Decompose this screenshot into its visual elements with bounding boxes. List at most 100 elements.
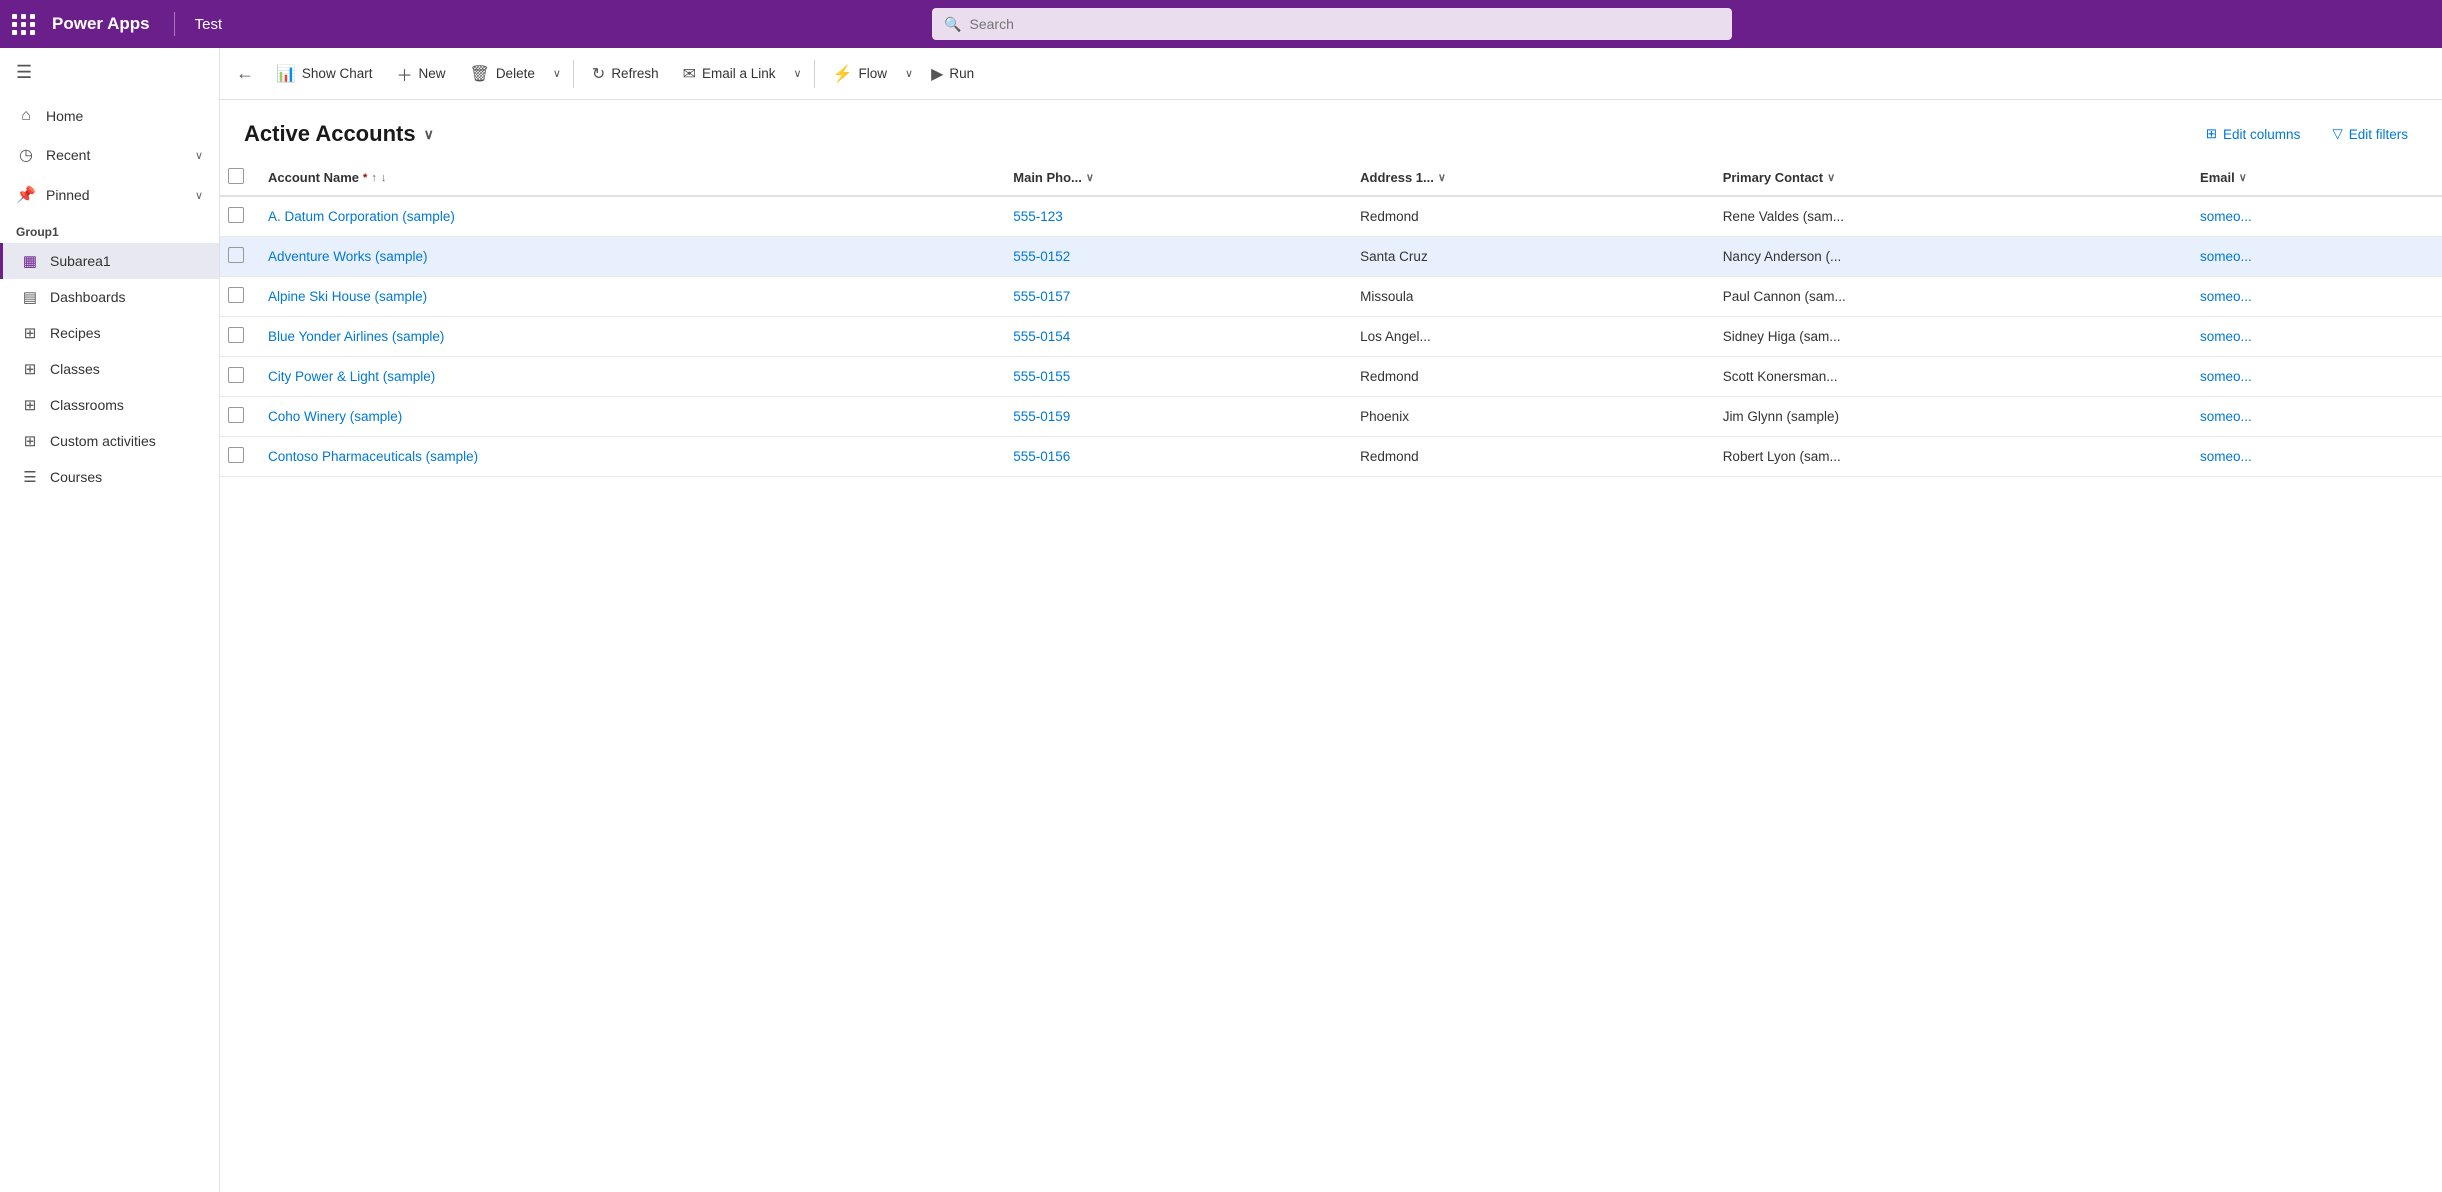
refresh-icon: ↻ <box>592 64 605 84</box>
row-checkbox-cell[interactable] <box>220 437 252 477</box>
sidebar-item-recent[interactable]: ◷ Recent ∨ <box>0 135 219 175</box>
table-row: A. Datum Corporation (sample) 555-123 Re… <box>220 196 2442 237</box>
delete-chevron-down-icon[interactable]: ∨ <box>549 61 565 86</box>
email-chevron-down-icon[interactable]: ∨ <box>790 61 806 86</box>
delete-button[interactable]: 🗑 Delete <box>460 58 545 90</box>
account-name-cell[interactable]: Coho Winery (sample) <box>252 397 997 437</box>
flow-button[interactable]: ⚡ Flow <box>823 58 897 90</box>
search-input[interactable] <box>970 16 1721 32</box>
header-checkbox[interactable] <box>220 160 252 196</box>
sidebar-item-courses[interactable]: ☰ Courses <box>0 459 219 495</box>
view-title-text: Active Accounts <box>244 121 416 147</box>
phone-cell[interactable]: 555-0152 <box>997 237 1344 277</box>
flow-chevron-down-icon[interactable]: ∨ <box>901 61 917 86</box>
header-checkbox-input[interactable] <box>228 168 244 184</box>
email-cell[interactable]: someo... <box>2184 196 2442 237</box>
email-cell[interactable]: someo... <box>2184 277 2442 317</box>
sidebar-item-recipes[interactable]: ⊞ Recipes <box>0 315 219 351</box>
sort-asc-icon[interactable]: ↑ <box>371 172 377 184</box>
sidebar-item-classrooms[interactable]: ⊞ Classrooms <box>0 387 219 423</box>
refresh-button[interactable]: ↻ Refresh <box>582 58 669 90</box>
col-main-phone-chevron-down-icon[interactable]: ∨ <box>1086 171 1094 184</box>
row-checkbox-cell[interactable] <box>220 196 252 237</box>
col-account-name[interactable]: Account Name * ↑ ↓ <box>252 160 997 196</box>
address-cell: Missoula <box>1344 277 1707 317</box>
edit-columns-label: Edit columns <box>2223 127 2300 142</box>
table-row: Alpine Ski House (sample) 555-0157 Misso… <box>220 277 2442 317</box>
view-title-container[interactable]: Active Accounts ∨ <box>244 121 434 147</box>
row-checkbox-cell[interactable] <box>220 237 252 277</box>
col-primary-contact[interactable]: Primary Contact ∨ <box>1707 160 2184 196</box>
col-email[interactable]: Email ∨ <box>2184 160 2442 196</box>
recent-icon: ◷ <box>16 145 36 165</box>
col-address[interactable]: Address 1... ∨ <box>1344 160 1707 196</box>
row-checkbox-input[interactable] <box>228 407 244 423</box>
row-checkbox-input[interactable] <box>228 247 244 263</box>
row-checkbox-input[interactable] <box>228 447 244 463</box>
account-name-cell[interactable]: Contoso Pharmaceuticals (sample) <box>252 437 997 477</box>
search-icon: 🔍 <box>944 16 961 33</box>
toolbar: ← 📊 Show Chart ＋ New 🗑 Delete ∨ ↻ Refres… <box>220 48 2442 100</box>
sidebar-item-classes[interactable]: ⊞ Classes <box>0 351 219 387</box>
account-name-cell[interactable]: City Power & Light (sample) <box>252 357 997 397</box>
run-button[interactable]: ▶ Run <box>921 58 984 90</box>
phone-cell[interactable]: 555-0154 <box>997 317 1344 357</box>
classrooms-icon: ⊞ <box>20 396 40 414</box>
edit-columns-button[interactable]: ⊞ Edit columns <box>2196 120 2311 148</box>
toolbar-divider-1 <box>573 60 574 88</box>
col-address-label: Address 1... <box>1360 170 1434 185</box>
row-checkbox-cell[interactable] <box>220 357 252 397</box>
row-checkbox-cell[interactable] <box>220 317 252 357</box>
sidebar-item-dashboards[interactable]: ▤ Dashboards <box>0 279 219 315</box>
table-body: A. Datum Corporation (sample) 555-123 Re… <box>220 196 2442 477</box>
sidebar-item-home[interactable]: ⌂ Home <box>0 97 219 135</box>
primary-contact-cell: Scott Konersman... <box>1707 357 2184 397</box>
email-cell[interactable]: someo... <box>2184 357 2442 397</box>
sidebar-classrooms-label: Classrooms <box>50 397 124 413</box>
primary-contact-cell: Rene Valdes (sam... <box>1707 196 2184 237</box>
account-name-cell[interactable]: Alpine Ski House (sample) <box>252 277 997 317</box>
chevron-down-icon: ∨ <box>195 189 203 202</box>
col-main-phone[interactable]: Main Pho... ∨ <box>997 160 1344 196</box>
address-cell: Redmond <box>1344 437 1707 477</box>
sidebar-item-subarea1[interactable]: ▦ Subarea1 <box>0 243 219 279</box>
account-name-cell[interactable]: A. Datum Corporation (sample) <box>252 196 997 237</box>
email-cell[interactable]: someo... <box>2184 437 2442 477</box>
email-link-label: Email a Link <box>702 66 776 81</box>
phone-cell[interactable]: 555-0155 <box>997 357 1344 397</box>
search-bar[interactable]: 🔍 <box>932 8 1732 40</box>
account-name-cell[interactable]: Adventure Works (sample) <box>252 237 997 277</box>
account-name-cell[interactable]: Blue Yonder Airlines (sample) <box>252 317 997 357</box>
row-checkbox-cell[interactable] <box>220 277 252 317</box>
phone-cell[interactable]: 555-0159 <box>997 397 1344 437</box>
email-cell[interactable]: someo... <box>2184 237 2442 277</box>
email-cell[interactable]: someo... <box>2184 397 2442 437</box>
row-checkbox-cell[interactable] <box>220 397 252 437</box>
waffle-menu[interactable] <box>12 14 36 35</box>
sidebar-item-pinned[interactable]: 📌 Pinned ∨ <box>0 175 219 215</box>
phone-cell[interactable]: 555-123 <box>997 196 1344 237</box>
email-cell[interactable]: someo... <box>2184 317 2442 357</box>
phone-cell[interactable]: 555-0156 <box>997 437 1344 477</box>
sidebar-item-custom-activities[interactable]: ⊞ Custom activities <box>0 423 219 459</box>
row-checkbox-input[interactable] <box>228 287 244 303</box>
col-email-chevron-down-icon[interactable]: ∨ <box>2239 171 2247 184</box>
new-button[interactable]: ＋ New <box>386 56 455 92</box>
show-chart-button[interactable]: 📊 Show Chart <box>266 58 382 90</box>
edit-filters-button[interactable]: ▽ Edit filters <box>2322 120 2418 148</box>
row-checkbox-input[interactable] <box>228 207 244 223</box>
back-button[interactable]: ← <box>228 57 262 90</box>
col-primary-contact-chevron-down-icon[interactable]: ∨ <box>1827 171 1835 184</box>
phone-cell[interactable]: 555-0157 <box>997 277 1344 317</box>
col-address-chevron-down-icon[interactable]: ∨ <box>1438 171 1446 184</box>
table-container[interactable]: Account Name * ↑ ↓ Main Pho... ∨ <box>220 160 2442 1192</box>
dashboard-icon: ▤ <box>20 288 40 306</box>
sort-desc-icon[interactable]: ↓ <box>381 172 387 184</box>
view-actions: ⊞ Edit columns ▽ Edit filters <box>2196 120 2418 148</box>
hamburger-menu[interactable]: ☰ <box>0 48 219 97</box>
email-icon: ✉ <box>683 64 696 84</box>
table-row: Coho Winery (sample) 555-0159 Phoenix Ji… <box>220 397 2442 437</box>
row-checkbox-input[interactable] <box>228 367 244 383</box>
row-checkbox-input[interactable] <box>228 327 244 343</box>
email-link-button[interactable]: ✉ Email a Link <box>673 58 786 90</box>
